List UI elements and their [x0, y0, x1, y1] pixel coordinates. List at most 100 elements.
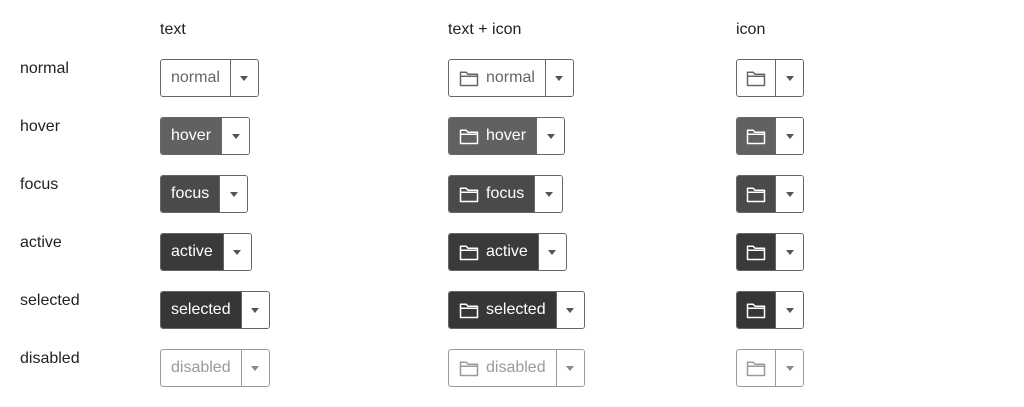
split-button-label: selected — [486, 301, 546, 318]
caret-down-icon — [566, 307, 575, 313]
folder-icon — [746, 186, 766, 203]
split-button-label: normal — [486, 69, 535, 86]
column-header-icon: icon — [736, 21, 766, 38]
folder-icon — [459, 360, 479, 377]
dropdown-toggle[interactable] — [240, 292, 269, 328]
split-button-main-hover[interactable]: hover — [161, 118, 222, 154]
split-button-main-disabled: disabled — [449, 350, 556, 386]
dropdown-toggle — [775, 350, 803, 386]
dropdown-toggle[interactable] — [775, 234, 803, 270]
dropdown-toggle — [240, 350, 269, 386]
split-button-main-normal[interactable] — [737, 60, 775, 96]
row-label-normal: normal — [20, 60, 69, 77]
folder-icon — [746, 70, 766, 87]
dropdown-toggle[interactable] — [775, 60, 803, 96]
folder-icon — [459, 302, 479, 319]
split-button-label: selected — [171, 301, 231, 318]
caret-down-icon — [251, 365, 260, 371]
split-button-icon-hover[interactable] — [736, 117, 804, 155]
split-button-main-hover[interactable] — [737, 118, 775, 154]
caret-down-icon — [785, 365, 794, 371]
split-button-icon-active[interactable] — [736, 233, 804, 271]
caret-down-icon — [231, 133, 240, 139]
dropdown-toggle[interactable] — [775, 292, 803, 328]
caret-down-icon — [785, 307, 794, 313]
dropdown-toggle[interactable] — [775, 118, 803, 154]
split-button-text-normal[interactable]: normal — [160, 59, 259, 97]
caret-down-icon — [785, 75, 794, 81]
split-button-label: active — [171, 243, 213, 260]
row-label-selected: selected — [20, 292, 80, 309]
split-button-label: focus — [171, 185, 210, 202]
split-button-label: disabled — [171, 359, 231, 376]
dropdown-toggle[interactable] — [534, 176, 563, 212]
split-button-text-focus[interactable]: focus — [160, 175, 249, 213]
split-button-label: active — [486, 243, 528, 260]
row-label-active: active — [20, 234, 62, 251]
split-button-main-disabled — [737, 350, 775, 386]
caret-down-icon — [240, 75, 249, 81]
split-button-label: normal — [171, 69, 220, 86]
caret-down-icon — [785, 249, 794, 255]
split-button-main-normal[interactable]: normal — [161, 60, 230, 96]
dropdown-toggle[interactable] — [544, 60, 573, 96]
split-button-main-focus[interactable]: focus — [161, 176, 220, 212]
dropdown-toggle[interactable] — [775, 176, 803, 212]
folder-icon — [746, 360, 766, 377]
caret-down-icon — [555, 75, 564, 81]
split-button-main-focus[interactable]: focus — [449, 176, 535, 212]
split-button-main-active[interactable]: active — [449, 234, 538, 270]
row-label-focus: focus — [20, 176, 59, 193]
split-button-main-active[interactable] — [737, 234, 775, 270]
split-button-text-icon-normal[interactable]: normal — [448, 59, 574, 97]
column-header-text: text — [160, 21, 186, 38]
caret-down-icon — [544, 191, 553, 197]
split-button-main-selected[interactable]: selected — [449, 292, 556, 328]
split-button-icon-focus[interactable] — [736, 175, 804, 213]
caret-down-icon — [785, 133, 794, 139]
folder-icon — [459, 128, 479, 145]
split-button-main-focus[interactable] — [737, 176, 775, 212]
split-button-text-icon-focus[interactable]: focus — [448, 175, 564, 213]
split-button-text-hover[interactable]: hover — [160, 117, 251, 155]
split-button-main-hover[interactable]: hover — [449, 118, 537, 154]
caret-down-icon — [785, 191, 794, 197]
split-button-text-icon-hover[interactable]: hover — [448, 117, 566, 155]
split-button-text-selected[interactable]: selected — [160, 291, 270, 329]
caret-down-icon — [566, 365, 575, 371]
split-button-text-disabled: disabled — [160, 349, 270, 387]
split-button-icon-normal[interactable] — [736, 59, 804, 97]
split-button-label: hover — [171, 127, 212, 144]
caret-down-icon — [546, 133, 555, 139]
split-button-main-active[interactable]: active — [161, 234, 223, 270]
split-button-icon-disabled — [736, 349, 804, 387]
row-label-disabled: disabled — [20, 350, 80, 367]
split-button-text-icon-active[interactable]: active — [448, 233, 567, 271]
folder-icon — [459, 70, 479, 87]
dropdown-toggle[interactable] — [222, 234, 251, 270]
split-button-label: disabled — [486, 359, 546, 376]
split-button-text-icon-disabled: disabled — [448, 349, 585, 387]
dropdown-toggle[interactable] — [555, 292, 584, 328]
dropdown-toggle[interactable] — [229, 60, 258, 96]
folder-icon — [459, 186, 479, 203]
split-button-main-selected[interactable]: selected — [161, 292, 241, 328]
split-button-main-selected[interactable] — [737, 292, 775, 328]
dropdown-toggle[interactable] — [536, 118, 565, 154]
split-button-text-icon-selected[interactable]: selected — [448, 291, 585, 329]
split-button-text-active[interactable]: active — [160, 233, 252, 271]
dropdown-toggle — [555, 350, 584, 386]
split-button-main-normal[interactable]: normal — [449, 60, 545, 96]
dropdown-toggle[interactable] — [219, 176, 248, 212]
caret-down-icon — [548, 249, 557, 255]
column-header-text-icon: text + icon — [448, 21, 522, 38]
folder-icon — [746, 128, 766, 145]
dropdown-toggle[interactable] — [537, 234, 566, 270]
folder-icon — [746, 244, 766, 261]
caret-down-icon — [251, 307, 260, 313]
split-button-main-disabled: disabled — [161, 350, 241, 386]
dropdown-toggle[interactable] — [221, 118, 250, 154]
caret-down-icon — [233, 249, 242, 255]
split-button-icon-selected[interactable] — [736, 291, 804, 329]
folder-icon — [746, 302, 766, 319]
